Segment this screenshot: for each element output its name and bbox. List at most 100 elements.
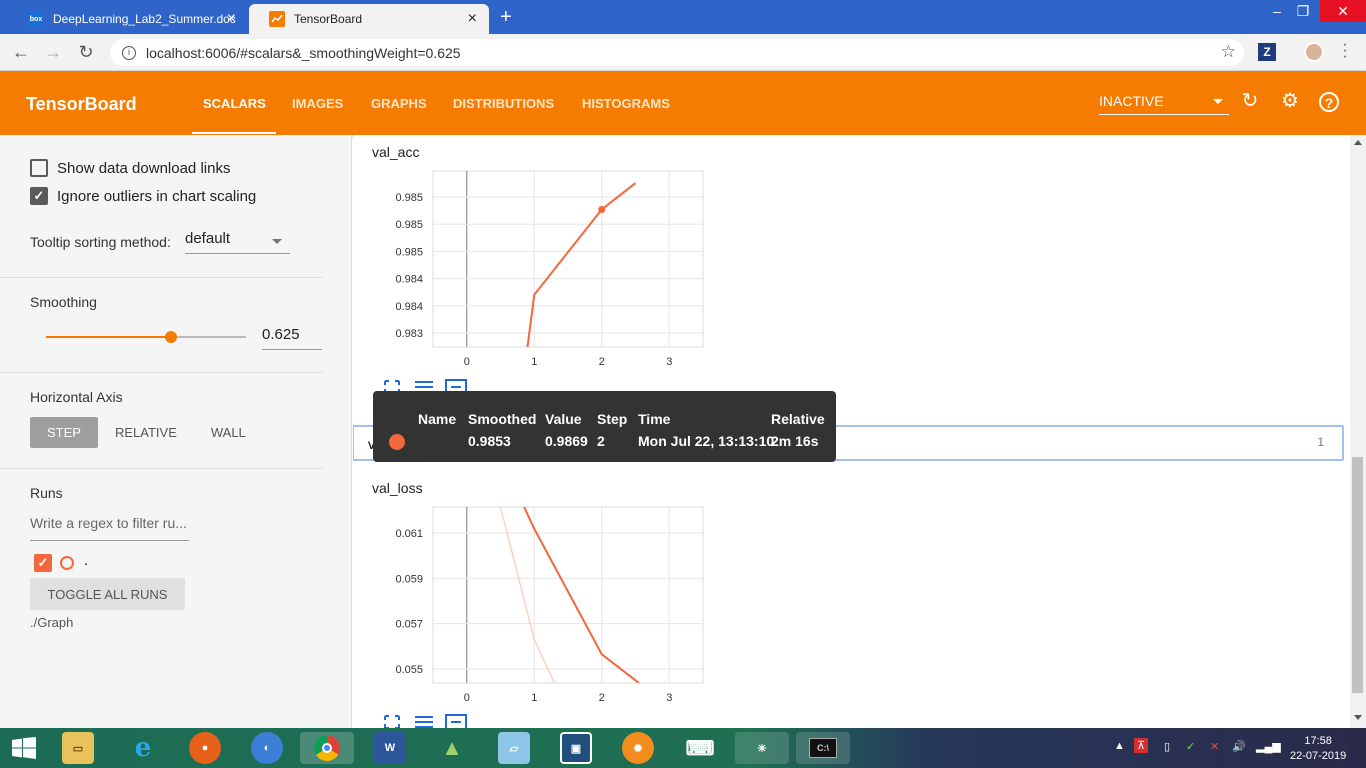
- close-icon[interactable]: ×: [227, 10, 236, 28]
- card-row-count: 1: [1317, 435, 1324, 449]
- pdf-tray-icon[interactable]: ⊼: [1134, 738, 1149, 753]
- x-tick-label: 2: [599, 692, 605, 704]
- highlight-point: [598, 206, 606, 213]
- divider: [0, 372, 322, 373]
- slider-handle[interactable]: [165, 331, 177, 343]
- tab-images[interactable]: IMAGES: [292, 96, 343, 111]
- help-icon[interactable]: ?: [1319, 92, 1339, 112]
- horizontal-axis-selector: STEP RELATIVE WALL: [30, 417, 263, 448]
- info-icon[interactable]: i: [122, 45, 136, 60]
- browser-tab-tensorboard[interactable]: TensorBoard ×: [249, 4, 489, 34]
- terminal-icon[interactable]: ▣: [560, 732, 592, 764]
- ignore-outliers-checkbox[interactable]: ✓ Ignore outliers in chart scaling: [30, 187, 256, 205]
- wifi-icon[interactable]: ▂▄▆: [1256, 740, 1281, 753]
- new-tab-button[interactable]: +: [500, 6, 520, 29]
- show-download-links-checkbox[interactable]: Show data download links: [30, 159, 230, 177]
- scrollbar-thumb[interactable]: [1352, 457, 1363, 693]
- run-color-dot: [389, 434, 405, 450]
- word-icon[interactable]: W: [374, 732, 406, 764]
- reload-icon[interactable]: ↻: [75, 42, 97, 63]
- warning-tray-icon[interactable]: ✕: [1210, 740, 1219, 753]
- firefox-icon[interactable]: ●: [189, 732, 221, 764]
- chart-tooltip: Name Smoothed Value Step Time Relative 0…: [373, 391, 836, 462]
- axis-wall-button[interactable]: WALL: [194, 417, 263, 448]
- runs-label: Runs: [30, 485, 63, 501]
- window-close-icon[interactable]: ✕: [1320, 0, 1366, 22]
- app-icon[interactable]: ◐: [251, 732, 283, 764]
- avatar[interactable]: [1304, 42, 1324, 62]
- axis-relative-button[interactable]: RELATIVE: [98, 417, 194, 448]
- close-icon[interactable]: ×: [468, 10, 477, 28]
- checkmark-icon: ✓: [30, 187, 48, 205]
- tab-histograms[interactable]: HISTOGRAMS: [582, 96, 670, 111]
- selected-tab-indicator: [192, 132, 276, 134]
- spider-icon[interactable]: ✳: [735, 732, 789, 764]
- tooltip-value: 0.9869: [545, 433, 588, 449]
- network-icon[interactable]: ⌨: [684, 732, 716, 764]
- checkbox-label: Show data download links: [57, 159, 231, 177]
- scroll-up-icon[interactable]: [1354, 140, 1362, 145]
- chart-val-acc[interactable]: 0 1 2 3 0.985 0.985 0.985 0.984 0.984 0.983: [373, 159, 713, 369]
- settings-icon[interactable]: ⚙: [1279, 90, 1301, 112]
- chart-val-loss[interactable]: 0 1 2 3 0.061 0.059 0.057 0.055: [373, 495, 713, 705]
- run-checkbox[interactable]: ✓: [34, 554, 52, 572]
- tensorboard-icon: [269, 11, 285, 27]
- divider: [0, 277, 322, 278]
- chrome-icon[interactable]: [300, 732, 354, 764]
- star-icon[interactable]: ☆: [1221, 42, 1236, 62]
- battery-icon[interactable]: ▯: [1164, 740, 1170, 753]
- y-tick-label: 0.057: [395, 619, 423, 631]
- file-explorer-icon[interactable]: ▭: [62, 732, 94, 764]
- settings-gear-icon[interactable]: ✹: [622, 732, 654, 764]
- cmd-icon[interactable]: C:\: [796, 732, 850, 764]
- chart-toolbar: [381, 714, 467, 728]
- refresh-icon[interactable]: ↻: [1239, 90, 1261, 112]
- scroll-down-icon[interactable]: [1354, 715, 1362, 720]
- android-studio-icon[interactable]: ▲: [436, 732, 468, 764]
- chevron-down-icon: [1213, 99, 1223, 104]
- plugin-select[interactable]: INACTIVE: [1099, 93, 1229, 115]
- ie-icon[interactable]: e: [127, 732, 159, 764]
- runs-filter-input[interactable]: Write a regex to filter ru...: [30, 515, 189, 541]
- tray-chevron-icon[interactable]: ▲: [1114, 740, 1125, 752]
- chart-title-val-loss: val_loss: [372, 480, 423, 496]
- clock-date: 22-07-2019: [1290, 750, 1347, 762]
- tooltip-sort-select[interactable]: default: [185, 230, 290, 254]
- toggle-all-runs-button[interactable]: TOGGLE ALL RUNS: [30, 578, 185, 610]
- restore-icon[interactable]: ❐: [1292, 0, 1314, 22]
- tab-graphs[interactable]: GRAPHS: [371, 96, 427, 111]
- tab-distributions[interactable]: DISTRIBUTIONS: [453, 96, 554, 111]
- tab-title: TensorBoard: [294, 12, 363, 26]
- tooltip-time: Mon Jul 22, 13:13:10: [638, 433, 775, 449]
- x-tick-label: 1: [531, 692, 537, 704]
- more-menu-icon[interactable]: · · ·: [1340, 37, 1350, 65]
- tooltip-step: 2: [597, 433, 605, 449]
- address-bar-row: ← → ↻ i localhost:6006/#scalars&_smoothi…: [0, 34, 1366, 71]
- fit-domain-icon[interactable]: [445, 714, 467, 728]
- extension-z-icon[interactable]: Z: [1258, 43, 1276, 61]
- x-tick-label: 1: [531, 356, 537, 368]
- app-logo: TensorBoard: [26, 94, 137, 114]
- smoothing-slider[interactable]: [46, 331, 246, 343]
- tab-scalars[interactable]: SCALARS: [203, 96, 266, 111]
- axis-step-button[interactable]: STEP: [30, 417, 98, 448]
- windows-start-icon[interactable]: [12, 737, 36, 759]
- page-scrollbar[interactable]: [1350, 135, 1366, 728]
- sync-ok-icon[interactable]: ✓: [1186, 740, 1195, 753]
- browser-tab-strip: box DeepLearning_Lab2_Summer.doc × Tenso…: [0, 0, 1366, 34]
- notes-icon[interactable]: ▱: [498, 732, 530, 764]
- tensorboard-header: TensorBoard SCALARS IMAGES GRAPHS DISTRI…: [0, 71, 1366, 135]
- browser-tab-doc[interactable]: box DeepLearning_Lab2_Summer.doc ×: [8, 4, 248, 34]
- checkbox-label: Ignore outliers in chart scaling: [57, 187, 257, 205]
- smoothing-input[interactable]: 0.625: [262, 326, 322, 350]
- minimize-icon[interactable]: –: [1266, 0, 1288, 22]
- forward-icon[interactable]: →: [42, 42, 64, 63]
- clock[interactable]: 17:58 22-07-2019: [1290, 734, 1346, 764]
- fullscreen-icon[interactable]: [381, 714, 403, 728]
- y-tick-label: 0.984: [395, 301, 423, 313]
- back-icon[interactable]: ←: [10, 42, 32, 63]
- x-tick-label: 3: [666, 692, 672, 704]
- volume-icon[interactable]: 🔊: [1232, 740, 1246, 753]
- list-icon[interactable]: [413, 714, 435, 728]
- url-input[interactable]: i localhost:6006/#scalars&_smoothingWeig…: [110, 39, 1244, 66]
